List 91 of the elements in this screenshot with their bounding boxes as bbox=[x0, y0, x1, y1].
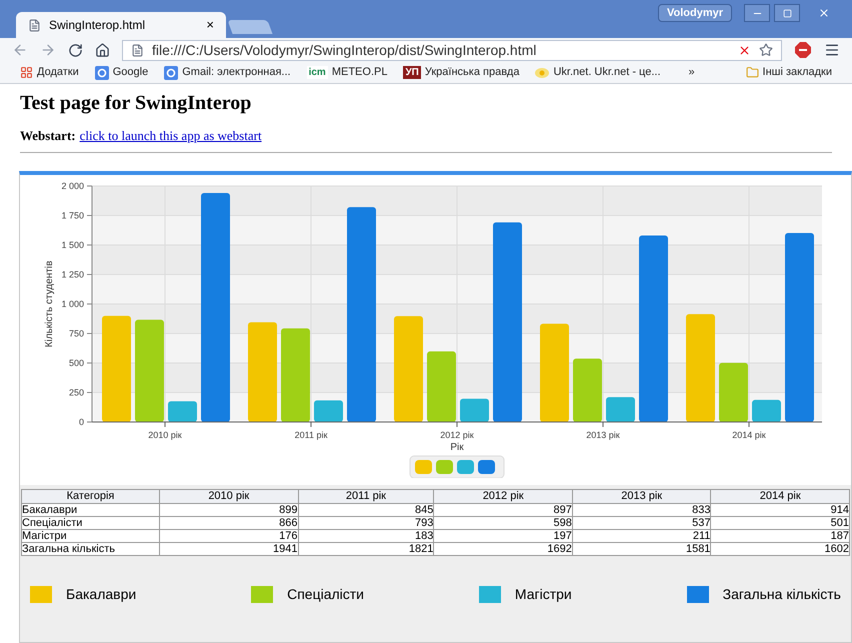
page-heading: Test page for SwingInterop bbox=[20, 91, 252, 116]
page-icon bbox=[131, 44, 144, 56]
table-cell: 1581 bbox=[572, 542, 711, 555]
maximize-icon bbox=[782, 8, 792, 18]
table-cell: Спеціалісти bbox=[22, 516, 160, 529]
table-cell: 1821 bbox=[298, 542, 434, 555]
axis-tick-label: 1 750 bbox=[61, 210, 84, 220]
axis-tick-label: 2012 рік bbox=[440, 430, 474, 440]
bookmark[interactable]: icm METEO.PL bbox=[306, 64, 388, 81]
table-cell: 598 bbox=[434, 516, 572, 529]
star-icon[interactable] bbox=[759, 43, 773, 57]
table-cell: 793 bbox=[298, 516, 434, 529]
bookmark[interactable]: Додатки bbox=[20, 64, 79, 81]
url-text: file:///C:/Users/Volodymyr/SwingInterop/dist/SwingInterop.html bbox=[152, 40, 538, 60]
page-icon bbox=[28, 18, 41, 32]
ad-block-icon[interactable] bbox=[794, 41, 812, 59]
axis-tick-label: 750 bbox=[68, 328, 84, 338]
legend-label: Спеціалісти bbox=[287, 584, 364, 604]
table-cell: Бакалаври bbox=[22, 503, 160, 516]
folder-icon bbox=[746, 66, 759, 79]
legend-label: Бакалаври bbox=[66, 584, 136, 604]
column-header[interactable]: 2014 рік bbox=[710, 489, 850, 503]
axis-tick-label: 250 bbox=[68, 387, 84, 397]
axis-tick-label: 1 500 bbox=[61, 240, 84, 250]
table-cell: 914 bbox=[710, 503, 850, 516]
webstart-link[interactable]: click to launch this app as webstart bbox=[80, 126, 262, 146]
google-icon bbox=[164, 66, 178, 80]
bookmark-folder[interactable]: Інші закладки bbox=[746, 64, 832, 81]
bar bbox=[427, 350, 456, 422]
bookmark[interactable]: Gmail: электронная... bbox=[164, 64, 291, 81]
axis-tick-label: 2014 рік bbox=[732, 430, 766, 440]
table-cell: 1692 bbox=[434, 542, 572, 555]
bar bbox=[460, 398, 489, 422]
column-header[interactable]: 2010 рік bbox=[160, 489, 298, 503]
table-cell: 197 bbox=[434, 529, 572, 542]
axis-tick-label: 2013 рік bbox=[586, 430, 620, 440]
bookmark[interactable]: Ukr.net. Ukr.net - це... bbox=[535, 64, 661, 81]
menu-icon[interactable] bbox=[824, 42, 840, 58]
apps-icon bbox=[20, 66, 33, 79]
bar bbox=[752, 399, 781, 422]
tab-close[interactable]: × bbox=[206, 15, 214, 35]
bar bbox=[314, 400, 343, 422]
table-cell: 866 bbox=[160, 516, 298, 529]
table-cell: 211 bbox=[572, 529, 711, 542]
axis-tick-label: 2 000 bbox=[61, 180, 84, 190]
bar bbox=[168, 400, 197, 422]
browser-tab[interactable]: SwingInterop.html × bbox=[16, 12, 226, 38]
google-icon bbox=[94, 66, 109, 80]
webstart-label: Webstart: bbox=[20, 127, 76, 145]
bookmark[interactable]: Google bbox=[94, 64, 148, 81]
table-cell: Загальна кількість bbox=[22, 542, 160, 555]
column-header[interactable]: Категорія bbox=[22, 489, 160, 503]
maximize-button[interactable] bbox=[774, 4, 800, 22]
column-header[interactable]: 2013 рік bbox=[572, 489, 711, 503]
table-cell: 1602 bbox=[710, 542, 850, 555]
legend-label: Загальна кількість bbox=[722, 584, 841, 604]
table-cell: 187 bbox=[710, 529, 850, 542]
axis-tick-label: 2010 рік bbox=[148, 430, 182, 440]
bar bbox=[719, 362, 748, 422]
eye-icon bbox=[535, 66, 550, 78]
table-cell: 1941 bbox=[160, 542, 298, 555]
table-cell: 537 bbox=[572, 516, 711, 529]
table-cell: Магістри bbox=[22, 529, 160, 542]
tab-title: SwingInterop.html bbox=[49, 17, 146, 34]
table-cell: 501 bbox=[710, 516, 850, 529]
column-header[interactable]: 2011 рік bbox=[298, 489, 434, 503]
more-bookmarks[interactable]: » bbox=[688, 64, 695, 81]
axis-tick-label: 1 000 bbox=[61, 298, 84, 308]
column-header[interactable]: 2012 рік bbox=[434, 489, 572, 503]
table-cell: 183 bbox=[298, 529, 434, 542]
axis-tick-label: 2011 рік bbox=[294, 430, 328, 440]
table-cell: 899 bbox=[160, 503, 298, 516]
axis-tick-label: 0 bbox=[78, 416, 84, 426]
bar bbox=[573, 358, 602, 422]
bookmark[interactable]: УП Українська правда bbox=[403, 64, 520, 81]
table-cell: 176 bbox=[160, 529, 298, 542]
table-cell: 833 bbox=[572, 503, 711, 516]
site-logo: icm bbox=[306, 66, 328, 79]
x-axis-title: Рік bbox=[450, 442, 464, 452]
legend-label: Магістри bbox=[514, 584, 572, 604]
close-icon bbox=[818, 7, 830, 19]
table-cell: 897 bbox=[434, 503, 572, 516]
y-axis-title: Кількість студентів bbox=[44, 260, 55, 347]
site-logo: УП bbox=[403, 66, 421, 79]
reload-icon[interactable] bbox=[68, 42, 83, 58]
table-cell: 845 bbox=[298, 503, 434, 516]
axis-tick-label: 1 250 bbox=[61, 269, 84, 279]
bar bbox=[606, 396, 635, 422]
address-bar[interactable]: file:///C:/Users/Volodymyr/SwingInterop/dist/SwingInterop.html bbox=[122, 40, 782, 60]
axis-tick-label: 500 bbox=[68, 358, 84, 368]
home-icon[interactable] bbox=[95, 42, 110, 58]
